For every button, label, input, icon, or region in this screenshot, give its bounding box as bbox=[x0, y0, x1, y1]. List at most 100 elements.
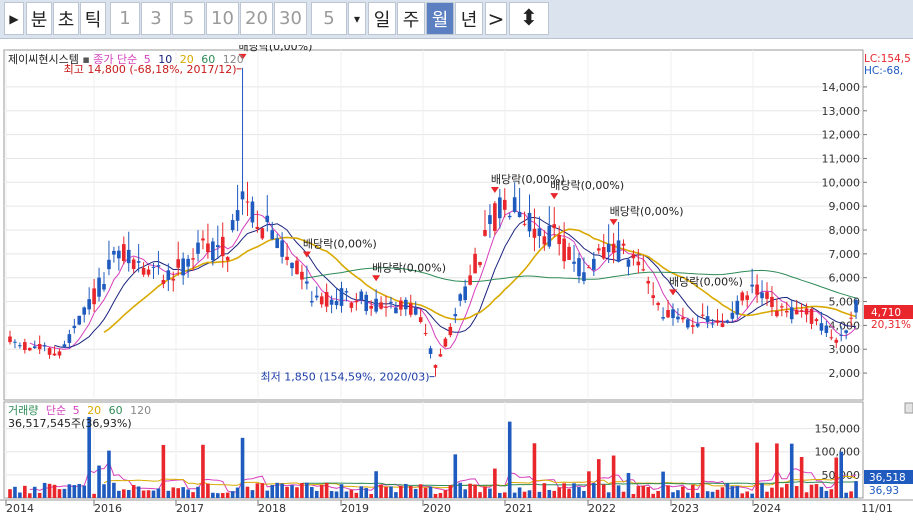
volume-bar bbox=[305, 482, 309, 498]
next-arrow-button[interactable]: > bbox=[485, 2, 507, 35]
candle-body bbox=[181, 258, 185, 276]
play-button[interactable]: ▶ bbox=[4, 2, 24, 35]
volume-bar bbox=[384, 486, 388, 498]
candle-body bbox=[418, 317, 423, 322]
candle-body bbox=[592, 258, 596, 270]
price-tick-label: 3,000 bbox=[829, 343, 861, 356]
volume-bar bbox=[537, 491, 542, 498]
candle-body bbox=[443, 338, 448, 347]
candle-body bbox=[502, 199, 507, 210]
volume-bar bbox=[62, 488, 67, 498]
candle-body bbox=[324, 292, 329, 307]
period-button-day[interactable]: 일 bbox=[368, 2, 396, 35]
candle-body bbox=[483, 230, 487, 236]
price-tick-label: 9,000 bbox=[829, 200, 861, 213]
volume-bar bbox=[379, 484, 383, 498]
volume-bar bbox=[131, 485, 136, 498]
volume-bar bbox=[67, 484, 72, 498]
candle-body bbox=[448, 326, 453, 336]
candle-body bbox=[567, 246, 571, 260]
volume-bar bbox=[32, 486, 37, 498]
candle-body bbox=[755, 284, 759, 295]
price-tick-label: 4,000 bbox=[829, 319, 861, 332]
volume-bar bbox=[339, 484, 344, 498]
candle-body bbox=[240, 191, 245, 200]
candle-body bbox=[389, 301, 393, 303]
candle-body bbox=[651, 295, 655, 299]
volume-bar bbox=[502, 492, 507, 498]
volume-bar bbox=[740, 493, 745, 498]
candle-body bbox=[695, 323, 700, 327]
candle-body bbox=[577, 258, 581, 277]
volume-bar bbox=[220, 493, 225, 498]
candle-body bbox=[666, 309, 670, 318]
candle-body bbox=[512, 197, 517, 212]
volume-bar bbox=[151, 490, 156, 498]
volume-bar bbox=[57, 489, 62, 498]
candle-body bbox=[582, 272, 586, 282]
candle-body bbox=[789, 307, 794, 320]
volume-bar bbox=[230, 491, 235, 498]
candle-body bbox=[478, 262, 482, 266]
volume-bar bbox=[329, 491, 334, 498]
period-button-second[interactable]: 초 bbox=[53, 2, 79, 35]
current-pct-label: 20,31% bbox=[871, 319, 911, 331]
period-button-month[interactable]: 월 bbox=[426, 2, 454, 35]
volume-bar bbox=[102, 484, 106, 498]
candle-body bbox=[255, 226, 260, 230]
interval-button-10[interactable]: 10 bbox=[206, 2, 239, 35]
interval-button-1[interactable]: 1 bbox=[110, 2, 140, 35]
chart-area[interactable]: 2,000 3,000 4,000 5,000 6,000 7,000 8,000 9,000… bbox=[0, 40, 913, 517]
interval-button-30[interactable]: 30 bbox=[274, 2, 307, 35]
dividend-label: 배당락(0,00%) bbox=[372, 261, 446, 274]
interval-button-3[interactable]: 3 bbox=[141, 2, 171, 35]
volume-bar bbox=[488, 488, 492, 498]
volume-bar bbox=[695, 492, 700, 498]
volume-bar bbox=[359, 486, 364, 498]
candle-body bbox=[216, 245, 220, 248]
period-button-tick[interactable]: 틱 bbox=[80, 2, 106, 35]
period-button-week[interactable]: 주 bbox=[397, 2, 425, 35]
volume-bar bbox=[587, 471, 591, 498]
volume-bar bbox=[784, 483, 789, 498]
volume-bar bbox=[547, 489, 552, 498]
volume-bar bbox=[334, 491, 339, 498]
candle-body bbox=[641, 269, 646, 271]
candle-body bbox=[661, 317, 665, 319]
period-button-year[interactable]: 년 bbox=[455, 2, 483, 35]
candle-body bbox=[854, 300, 858, 313]
price-tick-label: 14,000 bbox=[822, 81, 861, 94]
panel-resize-handle[interactable] bbox=[904, 402, 913, 414]
volume-bar bbox=[710, 491, 715, 498]
volume-bar bbox=[225, 492, 230, 498]
candle-body bbox=[359, 291, 364, 300]
volume-bar bbox=[201, 444, 205, 498]
candle-body bbox=[794, 309, 799, 315]
volume-bar bbox=[527, 490, 532, 498]
candle-body bbox=[265, 215, 270, 222]
interval-button-5[interactable]: 5 bbox=[172, 2, 205, 35]
volume-bar bbox=[354, 492, 359, 498]
candle-body bbox=[616, 240, 621, 262]
volume-bar bbox=[107, 450, 111, 498]
candle-body bbox=[82, 307, 87, 315]
volume-bar bbox=[23, 485, 27, 498]
volume-bar bbox=[245, 486, 250, 498]
volume-bar bbox=[250, 490, 255, 498]
ma20-legend: 20 bbox=[180, 53, 194, 66]
candle-body bbox=[438, 354, 443, 357]
interval-input[interactable]: 5 bbox=[311, 2, 347, 35]
interval-button-20[interactable]: 20 bbox=[240, 2, 273, 35]
interval-dropdown-icon[interactable]: ▾ bbox=[348, 2, 366, 35]
candle-body bbox=[587, 267, 591, 269]
vol-ma120-legend: 120 bbox=[130, 404, 151, 417]
volume-bar bbox=[310, 487, 314, 498]
candle-body bbox=[156, 265, 161, 267]
updown-resize-icon[interactable]: ⬍ bbox=[509, 2, 549, 35]
volume-bar bbox=[715, 489, 720, 498]
candle-body bbox=[710, 323, 715, 325]
candle-body bbox=[146, 269, 151, 275]
candle-body bbox=[23, 342, 27, 350]
volume-bar bbox=[344, 491, 349, 498]
period-button-minute[interactable]: 분 bbox=[26, 2, 52, 35]
